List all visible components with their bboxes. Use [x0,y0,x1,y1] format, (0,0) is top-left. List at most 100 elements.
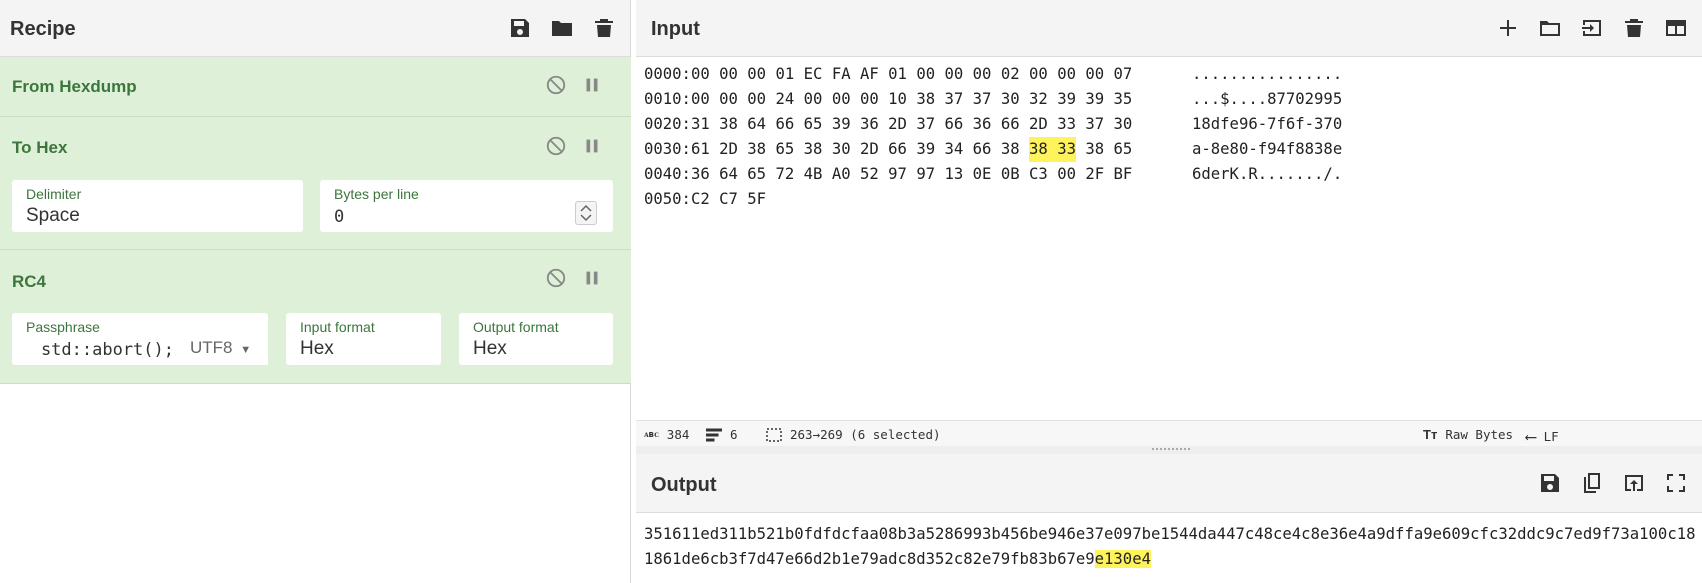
hexdump-ascii: 18dfe96-7f6f-370 [1192,115,1343,133]
bytes-per-line-value[interactable]: 0 [334,207,344,227]
operation-name: To Hex [12,138,68,157]
bytes-per-line-field[interactable]: Bytes per line 0 [320,180,613,232]
import-icon[interactable] [1578,14,1606,42]
hexdump-offset: 0050: [644,190,691,208]
hexdump-offset: 0040: [644,165,691,183]
save-icon[interactable] [1536,469,1564,497]
hexdump-byte: 2D [859,140,879,158]
return-arrow-icon: ⟵ [1526,427,1536,446]
hexdump-byte: A0 [831,165,851,183]
hexdump-bytes: 0000: 00 00 00 01 EC FA AF 01 00 00 00 0… [644,62,1192,87]
input-format-value[interactable]: Hex [300,338,334,360]
pause-icon[interactable] [581,74,603,101]
encoding-dropdown[interactable]: UTF8 ▼ [176,331,268,365]
operation-to-hex[interactable]: To Hex Delimiter Space Bytes per line 0 [0,117,631,250]
output-text[interactable]: 351611ed311b521b0fdfdcfaa08b3a5286993b45… [644,522,1699,572]
hexdump-byte: C3 [1029,165,1048,183]
trash-icon[interactable] [590,14,618,42]
output-format-field[interactable]: Output format Hex [459,313,613,365]
encoding-selector[interactable]: Tт Raw Bytes [1423,427,1513,442]
hexdump-byte: 00 [1029,65,1048,83]
line-count-value: 6 [730,427,738,442]
caret-down-icon: ▼ [240,344,252,356]
save-icon[interactable] [506,14,534,42]
hexdump-byte: 38 [1029,137,1048,162]
abc-icon: ᴀʙᴄ [644,430,659,440]
hexdump-byte: 97 [888,165,907,183]
disable-icon[interactable] [545,74,567,101]
recipe-title: Recipe [10,18,76,40]
folder-icon[interactable] [1536,14,1564,42]
hexdump-line: 0000: 00 00 00 01 EC FA AF 01 00 00 00 0… [644,62,1342,87]
hexdump-byte: C7 [719,190,738,208]
hexdump-byte: 37 [972,90,992,108]
passphrase-field[interactable]: Passphrase std::abort(); UTF8 ▼ [12,313,268,365]
disable-icon[interactable] [545,135,567,162]
hexdump-byte: 33 [1057,115,1076,133]
hexdump-bytes: 0040: 36 64 65 72 4B A0 52 97 97 13 0E 0… [644,162,1192,187]
selection-icon [766,427,782,442]
copy-icon[interactable] [1578,469,1606,497]
replace-input-icon[interactable] [1620,469,1648,497]
number-stepper[interactable] [575,201,597,225]
hexdump-byte: 2D [719,140,738,158]
hexdump-line: 0050: C2 C7 5F [644,187,1342,212]
hexdump-bytes: 0010: 00 00 00 24 00 00 00 10 38 37 37 3… [644,87,1192,112]
hexdump-byte: 39 [1085,90,1105,108]
text-size-icon: Tт [1423,427,1438,442]
operation-rc4[interactable]: RC4 Passphrase std::abort(); UTF8 ▼ Inpu… [0,250,631,384]
hexdump-ascii: ...$....87702995 [1192,90,1343,108]
hexdump-byte: 0E [972,165,992,183]
pause-icon[interactable] [581,267,603,294]
hexdump-byte: 66 [944,115,964,133]
hexdump-byte: 00 [747,65,767,83]
pane-resize-divider[interactable] [636,446,1702,454]
hexdump-byte: 00 [803,90,823,108]
hexdump-offset: 0000: [644,65,691,83]
add-icon[interactable] [1494,14,1522,42]
output-format-value[interactable]: Hex [473,338,507,360]
resize-grip-icon[interactable] [1152,448,1190,451]
operation-from-hexdump[interactable]: From Hexdump [0,57,631,117]
pause-icon[interactable] [581,135,603,162]
hexdump-byte: 52 [859,165,879,183]
hexdump-byte: BF [1113,165,1133,183]
hexdump-byte: 39 [831,115,851,133]
hexdump-byte: 65 [803,115,823,133]
hexdump-byte: 02 [1000,65,1020,83]
layout-icon[interactable] [1662,14,1690,42]
hexdump-byte: 30 [831,140,851,158]
maximise-icon[interactable] [1662,469,1690,497]
eol-value: LF [1543,429,1559,444]
hexdump-byte: 00 [859,90,879,108]
hexdump-byte: 00 [972,65,992,83]
hexdump-byte: 00 [831,90,851,108]
hexdump-ascii: 6derK.R......./. [1192,165,1343,183]
hexdump-byte: 65 [1113,140,1133,158]
selection-value: 263→269 (6 selected) [790,427,941,442]
input-format-field[interactable]: Input format Hex [286,313,441,365]
hexdump-byte: 2D [1029,115,1048,133]
hexdump-bytes: 0030: 61 2D 38 65 38 30 2D 66 39 34 66 3… [644,137,1192,162]
eol-selector[interactable]: ⟵ LF [1526,427,1559,446]
trash-icon[interactable] [1620,14,1648,42]
operation-name: From Hexdump [12,77,137,96]
hexdump-byte: 66 [972,140,992,158]
hexdump-byte: 34 [944,140,964,158]
disable-icon[interactable] [545,267,567,294]
folder-icon[interactable] [548,14,576,42]
input-pane: Input 0000: 00 00 00 01 EC FA AF 01 00 0… [636,0,1702,446]
encoding-value: UTF8 [190,338,233,357]
hexdump-byte: 00 [916,65,936,83]
hexdump-byte: 0B [1000,165,1020,183]
hexdump-byte: 36 [859,115,879,133]
delimiter-value[interactable]: Space [26,205,80,227]
hexdump-byte: 2D [888,115,907,133]
hexdump-byte: 65 [775,140,795,158]
input-textarea[interactable]: 0000: 00 00 00 01 EC FA AF 01 00 00 00 0… [644,62,1342,212]
passphrase-value[interactable]: std::abort(); [41,340,174,360]
hexdump-byte: 36 [972,115,992,133]
input-header: Input [636,0,1702,57]
delimiter-field[interactable]: Delimiter Space [12,180,303,232]
hexdump-byte: 35 [1113,90,1133,108]
